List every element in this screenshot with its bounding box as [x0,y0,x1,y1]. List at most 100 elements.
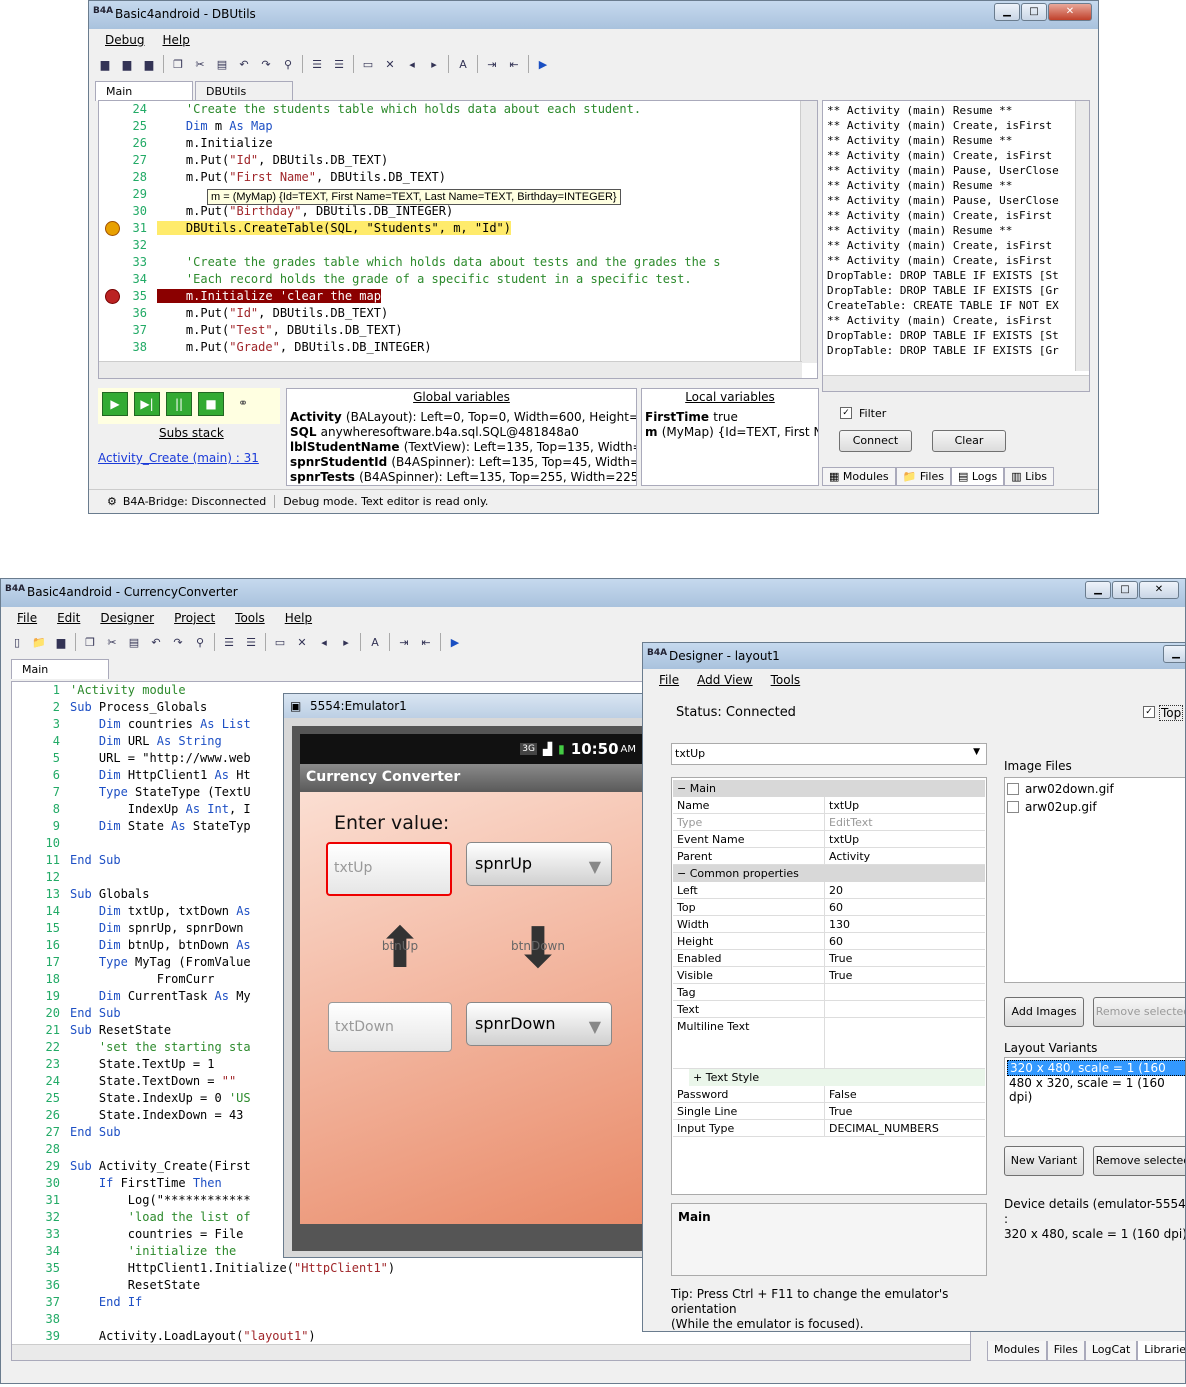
save-all-icon[interactable]: ▆ [119,56,135,72]
property-row[interactable]: Text [673,1001,985,1018]
property-row[interactable]: Type EditText [673,814,985,831]
indent-icon[interactable]: ⇥ [396,634,412,650]
property-section[interactable]: − Main [673,780,985,797]
designer-menu-add-view[interactable]: Add View [697,673,753,691]
property-row[interactable]: Height 60 [673,933,985,950]
property-row[interactable]: Visible True [673,967,985,984]
layout-variants-list[interactable]: 320 x 480, scale = 1 (160 dpi) 480 x 320… [1004,1057,1185,1137]
stop-icon[interactable]: ■ [198,392,224,416]
variable-row[interactable]: Activity (BALayout): Left=0, Top=0, Widt… [290,410,636,425]
tab-main[interactable]: Main [95,81,193,101]
property-row[interactable]: Password False [673,1086,985,1103]
clear-button[interactable]: Clear [932,430,1006,452]
property-row[interactable]: Enabled True [673,950,985,967]
maximize-button[interactable]: □ [1021,3,1047,21]
property-row[interactable]: Tag [673,984,985,1001]
open-folder-icon[interactable]: 📁 [31,634,47,650]
continue-icon[interactable]: ▶ [102,392,128,416]
paste-icon[interactable]: ▤ [214,56,230,72]
subs-stack-item[interactable]: Activity_Create (main) : 31 [98,451,259,465]
tab-modules[interactable]: Modules [987,1341,1047,1361]
variable-row[interactable]: FirstTime true [645,410,818,425]
undo-icon[interactable]: ↶ [148,634,164,650]
menu-designer[interactable]: Designer [100,611,154,629]
property-row[interactable]: Single Line True [673,1103,985,1120]
variable-row[interactable]: lblStudentName (TextView): Left=135, Top… [290,440,636,455]
menu-project[interactable]: Project [174,611,215,629]
property-value[interactable]: True [825,967,985,983]
variable-row[interactable]: spnrStudentId (B4ASpinner): Left=135, To… [290,455,636,470]
link-icon[interactable]: ⚭ [230,392,256,416]
btnDown-button[interactable]: ⬇ btnDown [508,919,568,985]
txtDown-field[interactable]: txtDown [328,1002,452,1052]
new-file-icon[interactable]: ▯ [9,634,25,650]
layout-variant-item[interactable]: 480 x 320, scale = 1 (160 dpi) [1007,1076,1185,1104]
spnrDown-spinner[interactable]: spnrDown ▼ [466,1002,612,1046]
image-file-item[interactable]: arw02down.gif [1007,780,1185,798]
property-value[interactable]: txtUp [825,797,985,813]
add-images-button[interactable]: Add Images [1004,997,1084,1027]
property-row[interactable]: Name txtUp [673,797,985,814]
uncomment-icon[interactable]: ☰ [243,634,259,650]
find-icon[interactable]: ⚲ [280,56,296,72]
indent-icon[interactable]: ⇥ [484,56,500,72]
font-size-icon[interactable]: A [455,56,471,72]
bookmark-icon[interactable]: ▭ [272,634,288,650]
property-section[interactable]: + Text Style [689,1069,985,1086]
property-value[interactable]: DECIMAL_NUMBERS [825,1120,985,1136]
run-icon[interactable]: ▶ [535,56,551,72]
outdent-icon[interactable]: ⇤ [418,634,434,650]
tab-modules[interactable]: ▦ Modules [822,467,896,486]
pause-icon[interactable]: || [166,392,192,416]
save-icon[interactable]: ▆ [53,634,69,650]
property-value[interactable] [825,984,985,1000]
copy-icon[interactable]: ❐ [170,56,186,72]
property-value[interactable]: True [825,950,985,966]
tab-libs[interactable]: ▥ Libs [1004,467,1055,486]
prev-bookmark-icon[interactable]: ◂ [404,56,420,72]
tab-dbutils[interactable]: DBUtils [195,81,293,101]
code-hscrollbar[interactable] [99,361,802,378]
find-icon[interactable]: ⚲ [192,634,208,650]
property-section[interactable]: − Common properties [673,865,985,882]
property-row[interactable]: Input Type DECIMAL_NUMBERS [673,1120,985,1137]
tab-files[interactable]: Files [1046,1341,1085,1361]
comment-icon[interactable]: ☰ [309,56,325,72]
save-icon[interactable]: ▆ [141,56,157,72]
menu-file[interactable]: File [17,611,37,629]
tab-logcat[interactable]: LogCat [1084,1341,1138,1361]
breakpoint-current-icon[interactable] [105,221,120,236]
variable-row[interactable]: SQL anywheresoftware.b4a.sql.SQL@481848a… [290,425,636,440]
remove-selected-variant-button[interactable]: Remove selected [1093,1146,1185,1176]
property-row[interactable]: Left 20 [673,882,985,899]
outdent-icon[interactable]: ⇤ [506,56,522,72]
cut-icon[interactable]: ✂ [104,634,120,650]
property-value[interactable] [825,1001,985,1017]
view-selector[interactable]: txtUp ▼ [671,743,987,765]
copy-icon[interactable]: ❐ [82,634,98,650]
property-value[interactable]: 20 [825,882,985,898]
filter-checkbox[interactable]: ✓ [840,407,852,419]
spnrUp-spinner[interactable]: spnrUp ▼ [466,842,612,886]
property-row[interactable]: Top 60 [673,899,985,916]
remove-bookmark-icon[interactable]: ✕ [294,634,310,650]
logs-hscrollbar[interactable] [823,375,1089,391]
next-bookmark-icon[interactable]: ▸ [338,634,354,650]
minimize-button[interactable]: ▁ [994,3,1020,21]
property-value[interactable]: EditText [825,814,985,830]
code-vscrollbar[interactable] [800,101,817,363]
designer-menu-tools[interactable]: Tools [771,673,801,691]
close-button[interactable]: ✕ [1139,581,1179,599]
maximize-button[interactable]: □ [1112,581,1138,599]
property-value[interactable] [825,1018,985,1068]
menu-debug[interactable]: Debug [105,33,144,51]
code-hscrollbar[interactable] [12,1344,970,1360]
redo-icon[interactable]: ↷ [170,634,186,650]
uncomment-icon[interactable]: ☰ [331,56,347,72]
image-file-item[interactable]: arw02up.gif [1007,798,1185,816]
remove-bookmark-icon[interactable]: ✕ [382,56,398,72]
variable-row[interactable]: m (MyMap) {Id=TEXT, First Nar [645,425,818,440]
property-row[interactable]: Multiline Text [673,1018,985,1069]
next-bookmark-icon[interactable]: ▸ [426,56,442,72]
step-over-icon[interactable]: ▶| [134,392,160,416]
